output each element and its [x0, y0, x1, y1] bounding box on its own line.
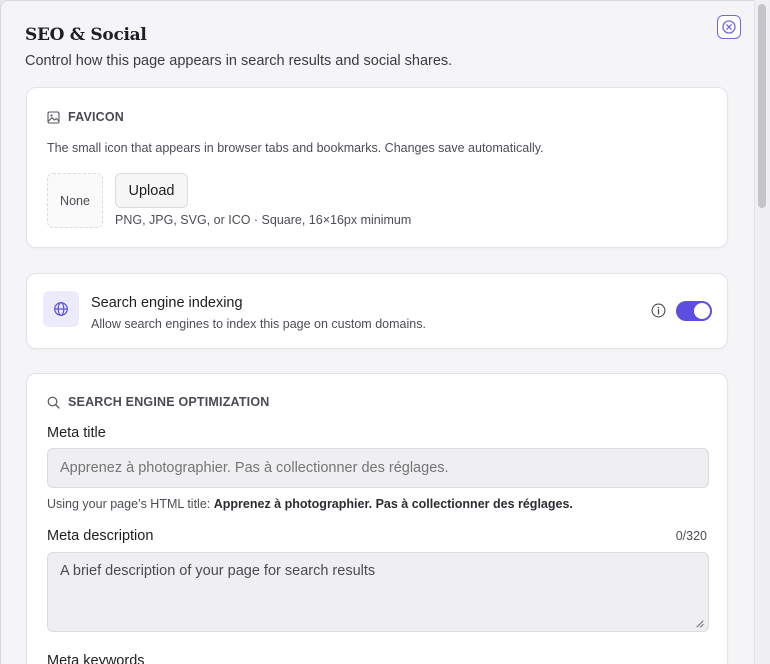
favicon-card: FAVICON The small icon that appears in b…	[26, 87, 728, 248]
meta-description-textarea[interactable]: A brief description of your page for sea…	[47, 552, 709, 632]
globe-icon	[54, 302, 68, 316]
globe-tile	[43, 291, 79, 327]
meta-description-label: Meta description	[47, 528, 154, 544]
meta-keywords-label: Meta keywords	[47, 653, 145, 664]
scrollbar-thumb[interactable]	[758, 4, 766, 208]
indexing-card: Search engine indexing Allow search engi…	[26, 273, 728, 349]
favicon-preview: None	[47, 173, 103, 228]
upload-button[interactable]: Upload	[115, 173, 188, 208]
meta-title-hint-value: Apprenez à photographier. Pas à collecti…	[213, 497, 573, 511]
indexing-description: Allow search engines to index this page …	[91, 317, 426, 331]
indexing-title: Search engine indexing	[91, 295, 243, 311]
close-button[interactable]	[717, 15, 741, 39]
image-icon	[47, 110, 60, 124]
meta-description-counter: 0/320	[675, 529, 707, 543]
seo-heading: SEARCH ENGINE OPTIMIZATION	[47, 395, 270, 409]
close-icon	[722, 20, 736, 34]
seo-card: SEARCH ENGINE OPTIMIZATION Meta title Us…	[26, 373, 728, 664]
resize-grip-icon[interactable]	[695, 619, 704, 628]
seo-heading-text: SEARCH ENGINE OPTIMIZATION	[68, 395, 270, 409]
favicon-preview-label: None	[60, 193, 90, 208]
favicon-description: The small icon that appears in browser t…	[47, 141, 544, 155]
dialog-title: SEO & Social	[25, 25, 147, 45]
seo-social-dialog: SEO & Social Control how this page appea…	[0, 0, 754, 664]
info-icon[interactable]	[651, 303, 666, 318]
toggle-knob	[694, 303, 710, 319]
meta-title-hint: Using your page’s HTML title: Apprenez à…	[47, 497, 573, 511]
dialog-subtitle: Control how this page appears in search …	[25, 53, 453, 69]
meta-description-placeholder: A brief description of your page for sea…	[60, 563, 376, 579]
favicon-requirements: PNG, JPG, SVG, or ICO · Square, 16×16px …	[115, 213, 412, 227]
indexing-toggle[interactable]	[676, 301, 712, 321]
meta-title-label: Meta title	[47, 425, 106, 441]
scrollbar[interactable]	[754, 0, 770, 664]
favicon-heading: FAVICON	[47, 110, 124, 124]
meta-title-hint-prefix: Using your page’s HTML title:	[47, 497, 214, 511]
search-icon	[47, 396, 60, 409]
meta-title-input[interactable]	[47, 448, 709, 488]
favicon-heading-text: FAVICON	[68, 110, 125, 124]
